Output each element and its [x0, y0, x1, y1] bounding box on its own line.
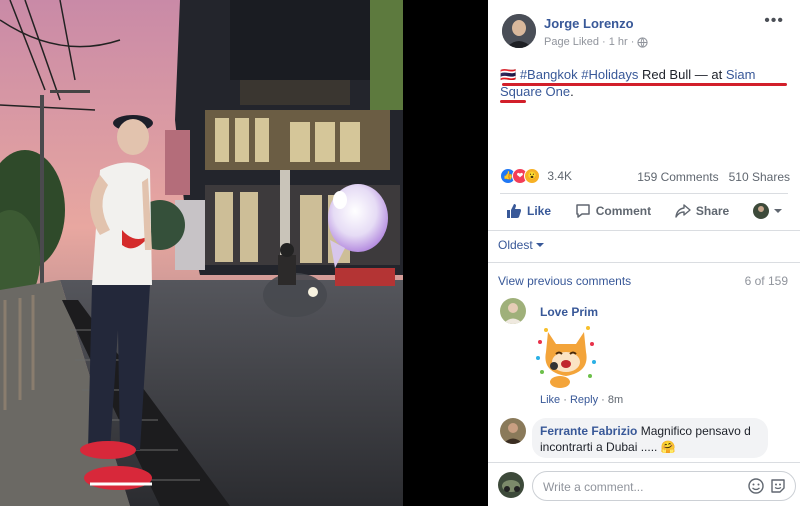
comment-icon	[576, 204, 590, 218]
hug-emoji: 🤗	[660, 440, 676, 454]
more-options-button[interactable]: •••	[764, 12, 784, 30]
comment-button[interactable]: Comment	[569, 199, 657, 223]
comment-input[interactable]	[541, 475, 741, 499]
divider	[488, 462, 800, 463]
sort-label: Oldest	[498, 238, 533, 252]
chevron-down-icon	[536, 243, 545, 247]
globe-icon	[637, 36, 648, 48]
thumbs-up-icon	[507, 204, 521, 218]
reactions-count[interactable]: 3.4K	[547, 169, 572, 183]
stats-right: 159 Comments 510 Shares	[637, 170, 790, 184]
view-previous-comments-link[interactable]: View previous comments	[498, 274, 631, 288]
commenter-name[interactable]: Love Prim	[540, 305, 598, 319]
comment-composer[interactable]	[532, 471, 796, 501]
share-button[interactable]: Share	[669, 199, 735, 223]
photo-viewer	[0, 0, 488, 506]
commenter-name[interactable]: Ferrante Fabrizio	[540, 424, 637, 438]
post-punct: .	[570, 84, 574, 99]
location-prefix: — at	[694, 67, 723, 82]
comment-reply-link[interactable]: Reply	[570, 394, 598, 406]
comments-position: 6 of 159	[744, 274, 788, 288]
page-liked-status: Page Liked	[544, 36, 600, 48]
chevron-down-icon	[773, 209, 782, 213]
red-underline	[502, 83, 787, 86]
author-avatar[interactable]	[502, 14, 536, 48]
comment-text-block: Ferrante Fabrizio Magnifico pensavo d in…	[540, 423, 764, 455]
comments-count[interactable]: 159 Comments	[637, 170, 718, 184]
cat-sticker	[536, 326, 596, 388]
comment-like-link[interactable]: Like	[540, 394, 560, 406]
divider	[488, 230, 800, 231]
share-label: Share	[695, 204, 730, 218]
shares-count[interactable]: 510 Shares	[729, 170, 790, 184]
sort-dropdown[interactable]: Oldest	[498, 238, 545, 252]
post-side-panel: Jorge Lorenzo Page Liked · 1 hr · ••• 🇹🇭…	[488, 0, 800, 506]
action-bar: Like Comment Share	[500, 196, 788, 226]
viewer-avatar	[498, 472, 524, 498]
author-name[interactable]: Jorge Lorenzo	[544, 16, 634, 31]
post-photo[interactable]	[0, 0, 403, 506]
more-icon: •••	[764, 12, 784, 29]
reactions-bar: 👍 ❤ 😮 3.4K 159 Comments 510 Shares	[500, 168, 790, 188]
sticker-icon[interactable]	[769, 477, 787, 495]
like-label: Like	[527, 204, 552, 218]
comment-time[interactable]: 8m	[608, 394, 623, 406]
post-header: Jorge Lorenzo Page Liked · 1 hr · •••	[488, 0, 800, 60]
divider	[500, 193, 788, 194]
comment-bubble: Ferrante Fabrizio Magnifico pensavo d in…	[532, 418, 768, 458]
commenter-avatar[interactable]	[500, 298, 526, 324]
meta-separator: ·	[630, 36, 635, 48]
post-time[interactable]: 1 hr	[609, 36, 628, 48]
comment-meta: Like · Reply · 8m	[540, 394, 624, 406]
hashtags[interactable]: #Bangkok #Holidays	[520, 67, 639, 82]
post-body-text: Red Bull	[641, 67, 692, 82]
comment-label: Comment	[595, 204, 652, 218]
meta-separator: ·	[602, 36, 606, 48]
thailand-flag: 🇹🇭	[500, 67, 517, 82]
wow-reaction-icon[interactable]: 😮	[524, 168, 540, 184]
red-underline	[500, 100, 526, 103]
like-button[interactable]: Like	[500, 199, 557, 223]
divider	[488, 262, 800, 263]
page-avatar-icon	[752, 203, 769, 219]
emoji-icon[interactable]	[747, 477, 765, 495]
reaction-selector[interactable]	[747, 199, 788, 223]
share-icon	[675, 204, 691, 218]
commenter-avatar[interactable]	[500, 418, 526, 444]
post-meta: Page Liked · 1 hr ·	[544, 36, 648, 48]
